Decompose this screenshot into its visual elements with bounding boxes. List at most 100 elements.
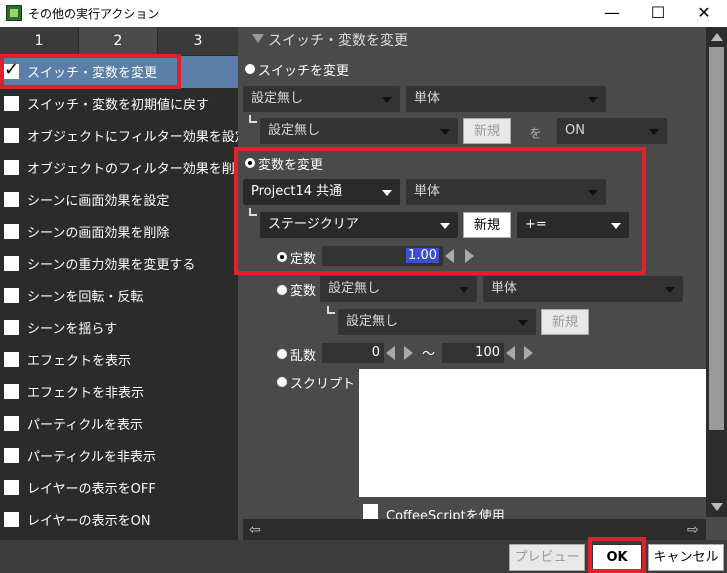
- switch-dropdown[interactable]: 設定無し: [243, 86, 400, 112]
- dropdown-value: ON: [565, 123, 585, 138]
- highlight-variable-section: [234, 147, 646, 275]
- dropdown-value: 単体: [414, 91, 441, 106]
- section-title: スイッチ・変数を変更: [268, 33, 408, 49]
- random-radio[interactable]: [277, 349, 287, 359]
- script-label: スクリプト: [290, 377, 356, 392]
- list-item[interactable]: パーティクルを表示: [0, 408, 238, 440]
- variable-source-radio[interactable]: [277, 285, 287, 295]
- script-radio[interactable]: [277, 377, 287, 387]
- increment-arrow-icon[interactable]: [404, 346, 413, 360]
- dropdown-value: 単体: [491, 281, 518, 296]
- list-item-label: エフェクトを非表示: [27, 386, 145, 401]
- list-item[interactable]: シーンの重力効果を変更する: [0, 248, 238, 280]
- dropdown-value: 設定無し: [328, 281, 381, 296]
- highlight-selected-action: [0, 54, 181, 89]
- list-item-label: シーンの画面効果を削除: [27, 226, 170, 241]
- variable-source-dropdown[interactable]: 設定無し: [320, 276, 477, 302]
- checkbox[interactable]: [4, 512, 19, 527]
- list-item-label: エフェクトを表示: [27, 354, 132, 369]
- dropdown-value: 設定無し: [268, 123, 321, 138]
- scroll-right-arrow-icon[interactable]: ⇨: [687, 522, 699, 538]
- list-item[interactable]: レイヤーの表示をOFF: [0, 472, 238, 504]
- variable-source-new-button[interactable]: 新規: [541, 309, 589, 335]
- vertical-scrollbar[interactable]: [706, 27, 727, 517]
- checkbox[interactable]: [4, 384, 19, 399]
- variable-source-sub-dropdown[interactable]: 設定無し: [338, 309, 536, 335]
- switch-new-button[interactable]: 新規: [463, 118, 511, 144]
- random-label: 乱数: [290, 349, 317, 364]
- scroll-left-arrow-icon[interactable]: ⇦: [249, 522, 261, 538]
- title-bar: その他の実行アクション — ☐ ✕: [0, 0, 727, 27]
- chevron-down-icon: [665, 287, 675, 293]
- checkbox[interactable]: [4, 352, 19, 367]
- decrement-arrow-icon[interactable]: [506, 346, 515, 360]
- checkbox[interactable]: [4, 480, 19, 495]
- preview-button[interactable]: プレビュー: [509, 544, 585, 571]
- range-tilde: 〜: [422, 347, 436, 362]
- checkbox[interactable]: [4, 160, 19, 175]
- scrollbar-thumb[interactable]: [709, 47, 724, 430]
- list-item-label: オブジェクトのフィルター効果を削除: [27, 162, 238, 177]
- switch-state-dropdown[interactable]: ON: [557, 118, 667, 144]
- checkbox[interactable]: [4, 288, 19, 303]
- list-item[interactable]: オブジェクトにフィルター効果を設定: [0, 120, 238, 152]
- list-item[interactable]: シーンの画面効果を削除: [0, 216, 238, 248]
- list-item-label: レイヤーの表示をOFF: [27, 482, 156, 497]
- list-item[interactable]: シーンを回転・反転: [0, 280, 238, 312]
- tab-bar: 1 2 3: [0, 27, 238, 55]
- indent-corner-icon: [249, 115, 257, 123]
- decrement-arrow-icon[interactable]: [386, 346, 395, 360]
- list-item[interactable]: シーンに画面効果を設定: [0, 184, 238, 216]
- list-item[interactable]: スイッチ・変数を初期値に戻す: [0, 88, 238, 120]
- chevron-down-icon: [459, 287, 469, 293]
- random-min-value: 0: [371, 345, 380, 360]
- action-list-panel: 1 2 3 ✓ スイッチ・変数を変更 スイッチ・変数を初期値に戻す オブジェクト…: [0, 27, 238, 540]
- checkbox[interactable]: [4, 448, 19, 463]
- random-max-value: 100: [475, 345, 500, 360]
- checkbox[interactable]: [4, 96, 19, 111]
- switch-sub-dropdown[interactable]: 設定無し: [260, 118, 458, 144]
- checkbox[interactable]: [4, 416, 19, 431]
- tab-1[interactable]: 1: [0, 27, 78, 55]
- tab-2[interactable]: 2: [79, 27, 157, 55]
- checkbox[interactable]: [4, 128, 19, 143]
- script-textarea[interactable]: [359, 369, 706, 497]
- minimize-button[interactable]: —: [589, 0, 635, 27]
- scroll-down-arrow-icon[interactable]: [711, 503, 723, 511]
- maximize-button[interactable]: ☐: [635, 0, 681, 27]
- collapse-triangle-icon[interactable]: [252, 34, 264, 43]
- list-item[interactable]: エフェクトを非表示: [0, 376, 238, 408]
- switch-radio-label: スイッチを変更: [258, 64, 350, 79]
- chevron-down-icon: [588, 97, 598, 103]
- checkbox[interactable]: [4, 192, 19, 207]
- checkbox[interactable]: [4, 256, 19, 271]
- list-item[interactable]: シーンを揺らす: [0, 312, 238, 344]
- switch-scope-dropdown[interactable]: 単体: [406, 86, 606, 112]
- chevron-down-icon: [518, 320, 528, 326]
- cancel-button[interactable]: キャンセル: [648, 544, 724, 571]
- variable-source-scope-dropdown[interactable]: 単体: [483, 276, 683, 302]
- dropdown-value: 設定無し: [346, 314, 399, 329]
- list-item-label: オブジェクトにフィルター効果を設定: [27, 130, 238, 145]
- coffeescript-checkbox[interactable]: [363, 504, 378, 519]
- highlight-ok-button: [588, 537, 646, 573]
- list-item[interactable]: オブジェクトのフィルター効果を削除: [0, 152, 238, 184]
- scroll-up-arrow-icon[interactable]: [711, 33, 723, 41]
- settings-panel: スイッチ・変数を変更 スイッチを変更 設定無し 単体 設定無し 新規 を ON …: [238, 27, 727, 540]
- random-min-field[interactable]: 0: [322, 343, 384, 363]
- list-item-label: シーンの重力効果を変更する: [27, 258, 196, 273]
- list-item-label: シーンを回転・反転: [27, 290, 144, 305]
- checkbox[interactable]: [4, 224, 19, 239]
- random-max-field[interactable]: 100: [442, 343, 504, 363]
- dropdown-value: 設定無し: [251, 91, 304, 106]
- switch-radio[interactable]: [245, 64, 255, 74]
- list-item[interactable]: レイヤーの表示をON: [0, 504, 238, 536]
- app-icon: [6, 5, 22, 21]
- indent-corner-icon: [327, 306, 335, 314]
- list-item[interactable]: パーティクルを非表示: [0, 440, 238, 472]
- close-button[interactable]: ✕: [681, 0, 727, 27]
- tab-3[interactable]: 3: [158, 27, 238, 55]
- increment-arrow-icon[interactable]: [524, 346, 533, 360]
- list-item[interactable]: エフェクトを表示: [0, 344, 238, 376]
- checkbox[interactable]: [4, 320, 19, 335]
